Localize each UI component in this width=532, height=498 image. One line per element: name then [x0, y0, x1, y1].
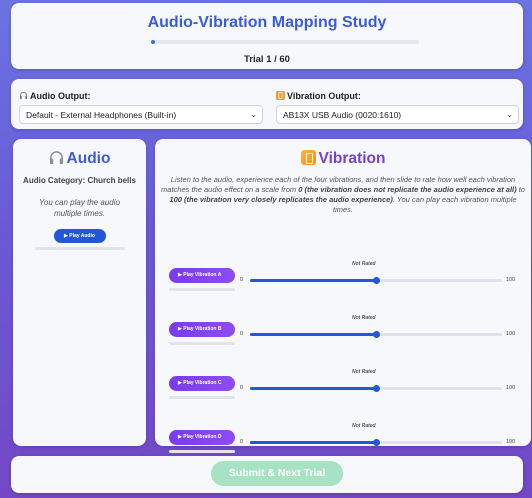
- rating-status: Not Rated: [352, 369, 376, 375]
- audio-panel: Audio Audio Category: Church bells You c…: [13, 139, 146, 446]
- submit-next-trial-button[interactable]: Submit & Next Trial: [211, 461, 343, 486]
- audio-output-select[interactable]: Default - External Headphones (Built-in)…: [19, 105, 263, 124]
- vibration-d-playback-bar: [169, 450, 235, 453]
- vibration-mode-icon: [276, 91, 285, 100]
- rating-slider-c[interactable]: [250, 385, 502, 392]
- play-vibration-c-button[interactable]: ▶ Play Vibration C: [169, 376, 235, 391]
- vibration-panel: Vibration Listen to the audio, experienc…: [155, 139, 531, 453]
- chevron-down-icon: ⌄: [506, 110, 513, 119]
- vibration-output-value: AB13X USB Audio (0020:1610): [283, 110, 402, 120]
- slider-fill: [250, 333, 376, 336]
- slider-fill: [250, 387, 376, 390]
- play-vibration-b-button[interactable]: ▶ Play Vibration B: [169, 322, 235, 337]
- play-vibration-d-button[interactable]: ▶ Play Vibration D: [169, 430, 235, 445]
- slider-min-label: 0: [240, 385, 244, 391]
- slider-min-label: 0: [240, 331, 244, 337]
- trial-progress-bar: [151, 40, 419, 44]
- vibration-output-label: Vibration Output:: [276, 91, 361, 101]
- audio-output-value: Default - External Headphones (Built-in): [26, 110, 177, 120]
- header-card: Audio-Vibration Mapping Study Trial 1 / …: [11, 3, 523, 69]
- play-vibration-a-button[interactable]: ▶ Play Vibration A: [169, 268, 235, 283]
- rating-slider-a[interactable]: [250, 277, 502, 284]
- rating-status: Not Rated: [352, 261, 376, 267]
- vibration-row-a: ▶ Play Vibration A Not Rated 0 100: [166, 261, 527, 301]
- slider-min-label: 0: [240, 277, 244, 283]
- headphones-icon: [49, 151, 63, 165]
- audio-playback-bar: [34, 247, 125, 250]
- trial-counter: Trial 1 / 60: [244, 54, 290, 65]
- vibration-instructions: Listen to the audio, experience each of …: [161, 175, 525, 215]
- rating-slider-d[interactable]: [250, 439, 502, 446]
- slider-max-label: 100: [506, 331, 516, 337]
- vibration-title-text: Vibration: [318, 150, 386, 167]
- vibration-row-c: ▶ Play Vibration C Not Rated 0 100: [166, 369, 527, 409]
- slider-fill: [250, 279, 376, 282]
- vibration-row-b: ▶ Play Vibration B Not Rated 0 100: [166, 315, 527, 355]
- slider-fill: [250, 441, 376, 444]
- device-settings-card: Audio Output: Default - External Headpho…: [11, 79, 523, 129]
- chevron-down-icon: ⌄: [250, 110, 257, 119]
- vibration-a-playback-bar: [169, 288, 235, 291]
- slider-thumb[interactable]: [373, 385, 380, 392]
- vibration-mode-icon: [300, 150, 316, 165]
- rating-status: Not Rated: [352, 423, 376, 429]
- vibration-panel-title: Vibration: [155, 150, 531, 168]
- headphones-icon: [19, 91, 28, 100]
- rating-slider-b[interactable]: [250, 331, 502, 338]
- audio-panel-title: Audio: [13, 150, 146, 168]
- instructions-high-anchor: 100 (the vibration very closely replicat…: [169, 195, 393, 204]
- vibration-output-label-text: Vibration Output:: [287, 91, 361, 101]
- audio-category: Audio Category: Church bells: [23, 176, 136, 185]
- vibration-output-select[interactable]: AB13X USB Audio (0020:1610) ⌄: [276, 105, 519, 124]
- play-audio-button[interactable]: ▶ Play Audio: [53, 229, 106, 243]
- audio-note: You can play the audio multiple times.: [39, 198, 120, 218]
- rating-status: Not Rated: [352, 315, 376, 321]
- vibration-c-playback-bar: [169, 396, 235, 399]
- slider-min-label: 0: [240, 439, 244, 445]
- audio-output-label: Audio Output:: [19, 91, 90, 101]
- instructions-low-anchor: 0 (the vibration does not replicate the …: [298, 185, 517, 194]
- audio-output-label-text: Audio Output:: [30, 91, 91, 101]
- submit-card: Submit & Next Trial: [11, 456, 523, 493]
- slider-thumb[interactable]: [373, 439, 380, 446]
- slider-thumb[interactable]: [373, 331, 380, 338]
- vibration-b-playback-bar: [169, 342, 235, 345]
- slider-max-label: 100: [506, 277, 516, 283]
- audio-title-text: Audio: [66, 150, 111, 167]
- slider-max-label: 100: [506, 385, 516, 391]
- slider-thumb[interactable]: [373, 277, 380, 284]
- instructions-part-2: to: [516, 185, 525, 194]
- page-title: Audio-Vibration Mapping Study: [147, 14, 387, 31]
- trial-progress-fill: [151, 40, 156, 44]
- slider-max-label: 100: [506, 439, 516, 445]
